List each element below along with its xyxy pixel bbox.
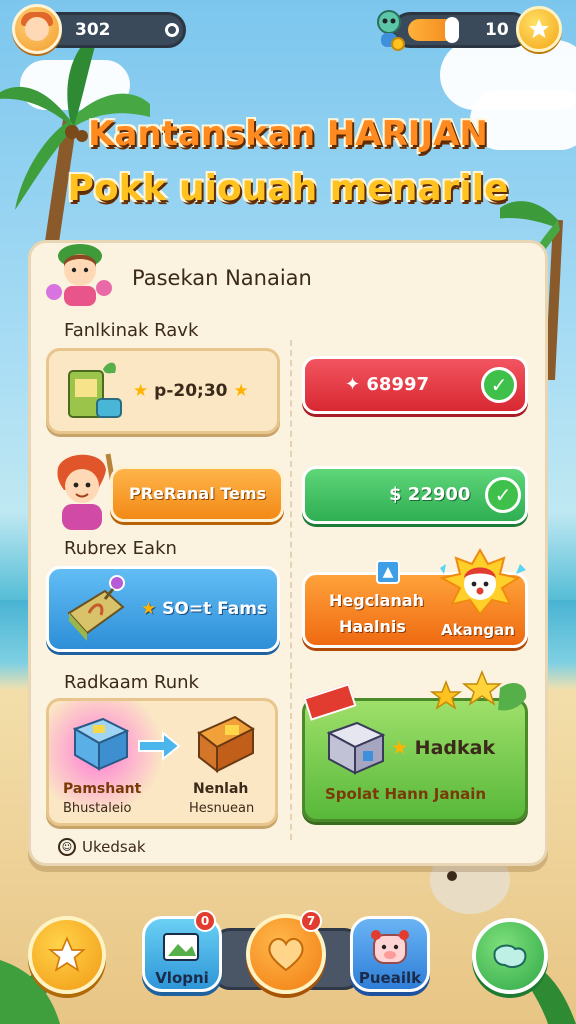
claim-a-value: 68997 [366, 374, 429, 395]
check-icon: ✓ [481, 367, 517, 403]
section-label-3: Radkaam Runk [64, 672, 199, 693]
panel-title: Pasekan Nanaian [132, 266, 312, 290]
nav-love-badge: 7 [300, 910, 322, 932]
reward-b-label: PReRanal Tems [129, 484, 267, 503]
coin-icon: ✦ [345, 374, 361, 395]
player-avatar[interactable] [12, 4, 62, 54]
add-coins-dot[interactable] [165, 23, 179, 37]
reward-c-right-line2: Haalnis [339, 617, 406, 636]
reward-e-subtitle: Spolat Hann Janain [325, 785, 487, 803]
energy-value: 10 [485, 20, 509, 40]
smile-icon: ☺ [58, 838, 76, 856]
reward-a-value: p-20;30 [154, 381, 228, 401]
column-divider [290, 340, 292, 840]
farmer-girl-icon [57, 453, 117, 530]
map-icon [493, 944, 527, 968]
event-title: Kantanskan HARIJAN [88, 114, 488, 154]
clown-mascot-icon [439, 547, 526, 616]
box-item-icon [72, 717, 130, 771]
arrow-right-icon [138, 731, 181, 761]
nav-favorites-button[interactable] [28, 916, 106, 994]
avatar-face [25, 17, 49, 41]
claim-button-a[interactable]: ✦ 68997 ✓ [302, 356, 528, 414]
star-shop-button[interactable] [516, 6, 562, 52]
star-icon: ★ [133, 381, 149, 401]
section-label-2: Rubrex Eakn [64, 538, 177, 559]
arrow-up-icon: ▲ [376, 560, 400, 584]
event-subtitle: Pokk uiouah menarile [67, 168, 509, 209]
reward-e-title: Hadkak [414, 737, 496, 759]
mascot-icon [377, 10, 405, 51]
reward-c-right-line1: Hegclanah [329, 591, 425, 610]
reward-d-left-line1: Pamshant [63, 781, 142, 797]
reward-card-d[interactable]: Pamshant Bhustaleio Nenlah Hesnuean [46, 698, 278, 826]
gardener-avatar-icon [46, 244, 112, 306]
coins-value: 302 [75, 20, 111, 40]
nav-piggy-button[interactable]: Pueailk [350, 916, 430, 992]
star-icon: ★ [141, 599, 157, 619]
reward-d-right-line1: Nenlah [193, 781, 249, 797]
pig-icon [371, 930, 409, 964]
seed-packet-icon [68, 362, 122, 418]
reward-card-c[interactable]: ★ SO=t Fams [46, 566, 280, 652]
energy-knob [445, 17, 459, 43]
star-icon [47, 936, 87, 972]
nav-piggy-label: Pueailk [358, 969, 422, 987]
star-icon [529, 19, 549, 38]
reward-d-right-line2: Hesnuean [189, 801, 255, 816]
treasure-box-icon [197, 715, 255, 774]
reward-card-a[interactable]: ★ p-20;30 ★ [46, 348, 280, 434]
price-button-b[interactable]: $ 22900 ✓ [302, 466, 528, 524]
stars-decoration-icon [430, 670, 527, 711]
nav-gallery-badge: 0 [194, 910, 216, 932]
reward-d-left-line2: Bhustaleio [63, 801, 132, 816]
star-icon: ★ [391, 737, 409, 759]
reward-c-value: SO=t Fams [162, 599, 268, 619]
heart-icon [268, 937, 304, 972]
nav-map-button[interactable] [472, 918, 548, 994]
check-icon: ✓ [485, 477, 521, 513]
photo-icon [163, 933, 199, 961]
crate-icon [67, 575, 125, 641]
reward-card-b[interactable]: PReRanal Tems [110, 466, 284, 522]
nav-gallery-label: Vlopni [155, 969, 209, 987]
panel-footer-text: Ukedsak [82, 838, 146, 856]
reward-b-price: $ 22900 [389, 484, 471, 505]
star-icon: ★ [233, 381, 249, 401]
section-label-1: Fanlkinak Ravk [64, 320, 199, 341]
crate-icon [326, 721, 386, 775]
